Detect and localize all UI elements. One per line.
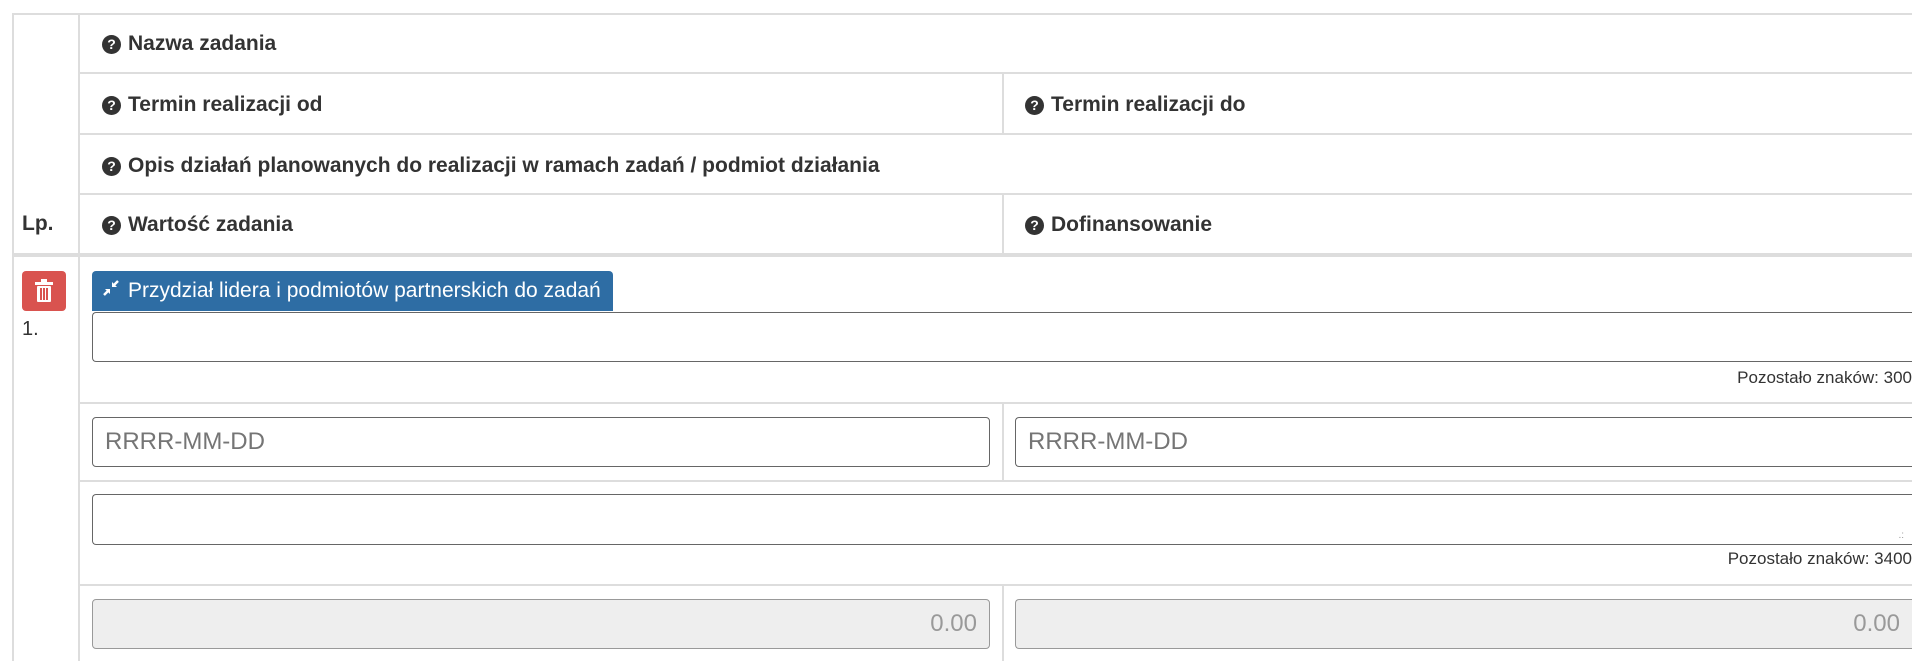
task-value-field: 0.00: [92, 599, 990, 649]
task-value-amount: 0.00: [930, 610, 977, 637]
row-divider: [78, 402, 1912, 404]
header-date-to: ? Termin realizacji do: [1025, 93, 1246, 117]
question-circle-icon[interactable]: ?: [102, 95, 121, 115]
header-task-name: ? Nazwa zadania: [102, 32, 276, 56]
question-circle-icon[interactable]: ?: [1025, 95, 1044, 115]
resize-grip-icon[interactable]: .:: [1898, 531, 1904, 541]
table-border-left: [12, 14, 14, 661]
header-date-to-label: Termin realizacji do: [1051, 93, 1246, 116]
header-description-label: Opis działań planowanych do realizacji w…: [128, 154, 880, 177]
description-textarea[interactable]: .:: [92, 494, 1912, 545]
header-col-divider: [1002, 74, 1004, 133]
row-number: 1.: [22, 318, 39, 340]
tasks-table: ? Nazwa zadania ? Termin realizacji od ?…: [0, 0, 1912, 661]
header-col-divider: [1002, 195, 1004, 253]
task-name-char-counter: Pozostało znaków: 300: [1737, 368, 1912, 387]
header-funding: ? Dofinansowanie: [1025, 213, 1212, 237]
assign-leader-label: Przydział lidera i podmiotów partnerskic…: [128, 279, 601, 302]
date-from-input[interactable]: [92, 417, 990, 467]
compress-arrows-icon: [102, 279, 120, 303]
header-lp: Lp.: [22, 212, 54, 235]
question-circle-icon[interactable]: ?: [102, 156, 121, 176]
table-border-top: [12, 13, 1912, 15]
header-date-from: ? Termin realizacji od: [102, 93, 323, 117]
date-to-input[interactable]: [1015, 417, 1912, 467]
header-bottom-border: [12, 253, 1912, 257]
header-task-value-label: Wartość zadania: [128, 213, 293, 236]
header-divider: [78, 193, 1912, 195]
assign-leader-button[interactable]: Przydział lidera i podmiotów partnerskic…: [92, 271, 613, 311]
trash-icon: [35, 279, 53, 302]
header-divider: [78, 133, 1912, 135]
row-col-divider: [1002, 586, 1004, 661]
funding-field: 0.00: [1015, 599, 1912, 649]
row-col-divider: [1002, 404, 1004, 480]
funding-amount: 0.00: [1853, 610, 1900, 637]
header-task-name-label: Nazwa zadania: [128, 32, 277, 55]
header-description: ? Opis działań planowanych do realizacji…: [102, 154, 880, 178]
header-divider: [78, 72, 1912, 74]
question-circle-icon[interactable]: ?: [102, 215, 121, 235]
question-circle-icon[interactable]: ?: [102, 34, 121, 54]
task-name-input[interactable]: [92, 312, 1912, 362]
header-task-value: ? Wartość zadania: [102, 213, 293, 237]
description-char-counter: Pozostało znaków: 3400: [1727, 549, 1912, 568]
header-date-from-label: Termin realizacji od: [128, 93, 323, 116]
header-funding-label: Dofinansowanie: [1051, 213, 1213, 236]
delete-row-button[interactable]: [22, 271, 66, 311]
row-divider: [78, 584, 1912, 586]
question-circle-icon[interactable]: ?: [1025, 215, 1044, 235]
column-divider-lp: [78, 14, 80, 661]
row-divider: [78, 480, 1912, 482]
